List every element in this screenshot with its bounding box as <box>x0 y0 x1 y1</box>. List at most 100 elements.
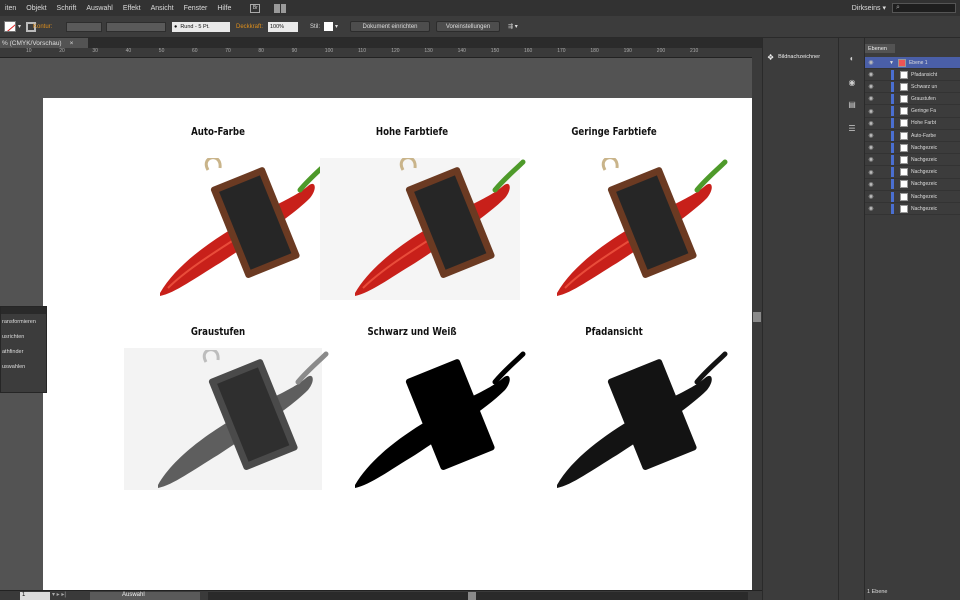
floating-panel-header[interactable] <box>1 307 46 314</box>
menu-schrift[interactable]: Schrift <box>52 5 82 12</box>
brush-dot-icon: ● <box>174 23 178 30</box>
kontur-label[interactable]: Kontur: <box>33 21 52 32</box>
brush-style-dropdown[interactable]: ● Rund - 5 Pt. <box>172 21 230 32</box>
horizontal-scroll-thumb[interactable] <box>468 592 476 600</box>
layer-color-bar <box>891 167 894 178</box>
layer-thumbnail <box>900 168 908 177</box>
image-geringe-farbtiefe[interactable] <box>547 158 732 303</box>
menu-objekt[interactable]: Objekt <box>21 5 51 12</box>
visibility-icon[interactable]: ◉ <box>865 169 877 176</box>
layer-thumbnail <box>900 82 908 91</box>
visibility-icon[interactable]: ◉ <box>865 193 877 200</box>
visibility-icon[interactable]: ◉ <box>865 132 877 139</box>
page-number-field[interactable]: 1 <box>20 592 50 600</box>
visibility-icon[interactable]: ◉ <box>865 95 877 102</box>
color-icon[interactable]: ◐ <box>844 52 860 64</box>
variable-width-field[interactable] <box>106 21 166 32</box>
deckkraft-label[interactable]: Deckkraft: <box>236 21 263 32</box>
visibility-icon[interactable]: ◉ <box>865 108 877 115</box>
layer-thumbnail <box>900 143 908 152</box>
page-nav-icon[interactable]: ▾ ▸ ▸| <box>52 591 66 598</box>
workspace-switcher[interactable]: Dirkseins ▾ <box>852 4 886 12</box>
layer-item[interactable]: ◉ Nachgezeic <box>865 179 960 191</box>
image-trace-panel-button[interactable]: ❖ Bildnachzeichner <box>767 50 835 64</box>
layer-thumbnail <box>900 94 908 103</box>
arrange-icon[interactable]: ⇶ ▾ <box>508 21 518 32</box>
image-hohe-farbtiefe[interactable] <box>345 158 530 303</box>
status-tool[interactable]: Auswahl <box>90 592 200 600</box>
preferences-button[interactable]: Voreinstellungen <box>436 21 500 32</box>
control-bar: ▾ Kontur: ● Rund - 5 Pt. Deckkraft: 100%… <box>0 16 960 38</box>
layer-row-top[interactable]: ◉ ▼ Ebene 1 <box>865 57 960 69</box>
style-swatch[interactable]: ▾ <box>324 21 338 32</box>
image-pfadansicht[interactable] <box>547 350 732 495</box>
ruler-tick: 90 <box>291 48 298 54</box>
layer-item-label: Schwarz un <box>911 83 938 90</box>
visibility-icon[interactable]: ◉ <box>865 120 877 127</box>
layer-item[interactable]: ◉ Hohe Farbt <box>865 118 960 130</box>
visibility-icon[interactable]: ◉ <box>865 156 877 163</box>
document-setup-button[interactable]: Dokument einrichten <box>350 21 430 32</box>
expand-triangle-icon[interactable]: ▼ <box>889 60 894 66</box>
panel-selection[interactable]: uswahlen <box>1 359 46 374</box>
help-search-input[interactable]: ⌕ <box>892 3 956 13</box>
opacity-field[interactable]: 100% <box>268 21 298 32</box>
layer-item[interactable]: ◉ Nachgezeic <box>865 167 960 179</box>
stroke-icon[interactable]: ☰ <box>844 122 860 134</box>
appearance-icon[interactable]: ◉ <box>844 76 860 88</box>
visibility-icon[interactable]: ◉ <box>865 181 877 188</box>
menu-effekt[interactable]: Effekt <box>118 5 146 12</box>
bridge-icon[interactable]: Br <box>250 3 261 13</box>
image-auto-farbe[interactable] <box>150 158 335 303</box>
layer-item[interactable]: ◉ Graustufen <box>865 93 960 106</box>
visibility-icon[interactable]: ◉ <box>865 59 877 66</box>
icon-dock: ◐ ◉ ▤ ☰ <box>838 38 864 600</box>
panel-transform[interactable]: ransformieren <box>1 314 46 329</box>
layer-item-label: Nachgezeic <box>911 169 938 176</box>
layer-item[interactable]: ◉ Geringe Fa <box>865 106 960 118</box>
menu-ansicht[interactable]: Ansicht <box>146 5 179 12</box>
layer-thumbnail <box>900 192 908 201</box>
layer-item-label: Geringe Fa <box>911 108 937 115</box>
panel-pathfinder[interactable]: athfinder <box>1 344 46 359</box>
layer-item[interactable]: ◉ Pfadansicht <box>865 69 960 81</box>
ruler-tick: 50 <box>158 48 165 54</box>
ruler-tick: 70 <box>225 48 231 54</box>
layer-item[interactable]: ◉ Nachgezeic <box>865 154 960 167</box>
layer-thumbnail <box>900 70 908 79</box>
stroke-weight-field[interactable] <box>66 21 102 32</box>
ruler-tick: 200 <box>656 48 666 54</box>
layer-item[interactable]: ◉ Nachgezeic <box>865 142 960 155</box>
image-schwarz-und-weiss[interactable] <box>345 350 530 495</box>
arrange-documents-icon[interactable] <box>274 3 287 13</box>
menu-fenster[interactable]: Fenster <box>179 5 213 12</box>
layers-tab[interactable]: Ebenen <box>865 44 895 53</box>
menu-auswahl[interactable]: Auswahl <box>81 5 117 12</box>
menu-hilfe[interactable]: Hilfe <box>212 5 236 12</box>
ruler-tick: 10 <box>26 48 32 54</box>
layer-item-label: Nachgezeic <box>911 144 938 151</box>
layer-item[interactable]: ◉ Nachgezeic <box>865 203 960 216</box>
visibility-icon[interactable]: ◉ <box>865 144 877 151</box>
visibility-icon[interactable]: ◉ <box>865 83 877 90</box>
visibility-icon[interactable]: ◉ <box>865 71 877 78</box>
ruler-tick: 100 <box>324 48 334 54</box>
title-schwarz-und-weiss: Schwarz und Weiß <box>367 326 457 338</box>
gradient-icon[interactable]: ▤ <box>844 98 860 110</box>
vertical-scroll-thumb[interactable] <box>753 312 761 322</box>
image-graustufen[interactable] <box>148 350 333 495</box>
ruler-tick: 120 <box>391 48 400 54</box>
horizontal-scrollbar[interactable] <box>208 592 748 600</box>
layer-item[interactable]: ◉ Auto-Farbe <box>865 130 960 142</box>
layer-item[interactable]: ◉ Schwarz un <box>865 81 960 94</box>
layer-item[interactable]: ◉ Nachgezeic <box>865 191 960 203</box>
layer-color-bar <box>891 69 894 80</box>
menu-bearbeiten[interactable]: iten <box>0 5 21 12</box>
layer-thumbnail <box>900 119 908 128</box>
visibility-icon[interactable]: ◉ <box>865 205 877 212</box>
close-tab-icon[interactable]: × <box>70 40 74 47</box>
document-tab[interactable]: % (CMYK/Vorschau) × <box>0 38 88 48</box>
fill-swatch[interactable]: ▾ <box>4 21 21 32</box>
panel-align[interactable]: usrichten <box>1 329 46 344</box>
ruler-tick: 30 <box>92 48 98 54</box>
